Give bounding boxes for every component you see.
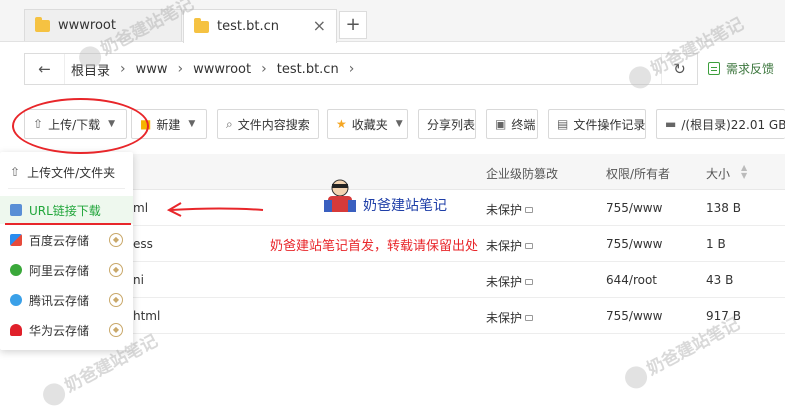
sort-icon[interactable]: ▲ ▼ xyxy=(741,164,747,180)
lock-icon xyxy=(525,206,534,213)
column-size[interactable]: 大小 xyxy=(706,165,730,182)
content-search-label: 文件内容搜索 xyxy=(237,117,310,132)
premium-icon: ◆ xyxy=(109,233,123,247)
annotation-red-text: 奶爸建站笔记首发，转载请保留出处 xyxy=(270,239,479,254)
file-size: 917 B xyxy=(706,309,741,323)
close-icon[interactable]: × xyxy=(313,16,326,35)
breadcrumb-item-current[interactable]: test.bt.cn xyxy=(277,62,339,77)
operation-log-label: 文件操作记录 xyxy=(573,117,646,132)
content-search-button[interactable]: ⌕ 文件内容搜索 xyxy=(217,109,319,139)
disk-label: /(根目录)22.01 GB xyxy=(681,117,785,132)
star-icon: ★ xyxy=(336,117,347,131)
tamper-status[interactable]: 未保护 xyxy=(486,201,534,218)
file-size: 138 B xyxy=(706,201,741,215)
column-permission[interactable]: 权限/所有者 xyxy=(606,165,670,182)
share-list-button[interactable]: 分享列表 xyxy=(418,109,476,139)
chevron-right-icon: › xyxy=(177,61,184,77)
tab-label: wwwroot xyxy=(58,18,116,33)
log-icon: ▤ xyxy=(557,117,569,131)
breadcrumb-item-root[interactable]: 根目录 xyxy=(71,60,110,79)
upload-download-menu: ⇧ 上传文件/文件夹 URL链接下载 百度云存储 ◆ 阿里云存储 ◆ 腾讯云存储… xyxy=(0,152,133,350)
permission[interactable]: 755/www xyxy=(606,201,662,215)
chevron-right-icon: › xyxy=(261,61,267,77)
folder-icon xyxy=(194,17,209,33)
permission[interactable]: 755/www xyxy=(606,237,662,251)
annotation-arrow xyxy=(166,202,264,217)
breadcrumb-item-wwwroot[interactable]: wwwroot xyxy=(193,62,251,77)
tab-bar: wwwroot test.bt.cn × + xyxy=(0,0,785,43)
address-bar: ← 根目录 › www › wwwroot › test.bt.cn › ↻ xyxy=(24,53,698,85)
menu-item-baidu[interactable]: 百度云存储 ◆ xyxy=(0,226,133,254)
annotation-underline xyxy=(5,223,131,225)
tab-label: test.bt.cn xyxy=(217,19,279,34)
chevron-right-icon: › xyxy=(348,61,355,77)
menu-item-label: 上传文件/文件夹 xyxy=(27,165,116,180)
tamper-status[interactable]: 未保护 xyxy=(486,273,534,290)
link-icon xyxy=(10,204,22,216)
file-size: 43 B xyxy=(706,273,734,287)
feedback-link[interactable]: 需求反馈 xyxy=(708,60,774,77)
premium-icon: ◆ xyxy=(109,263,123,277)
menu-item-tencent[interactable]: 腾讯云存储 ◆ xyxy=(0,286,133,314)
lock-icon xyxy=(525,314,534,321)
menu-item-label: 阿里云存储 xyxy=(29,263,90,278)
share-list-label: 分享列表 xyxy=(427,117,476,132)
lock-icon xyxy=(525,242,534,249)
annotation-blue-text: 奶爸建站笔记 xyxy=(363,198,447,214)
menu-item-huawei[interactable]: 华为云存储 ◆ xyxy=(0,316,133,344)
menu-item-label: 百度云存储 xyxy=(29,233,90,248)
menu-item-upload[interactable]: ⇧ 上传文件/文件夹 xyxy=(0,158,133,186)
column-tamper[interactable]: 企业级防篡改 xyxy=(486,165,558,182)
chevron-right-icon: › xyxy=(120,61,126,77)
terminal-icon: ▣ xyxy=(495,117,507,131)
premium-icon: ◆ xyxy=(109,323,123,337)
tencent-cloud-icon xyxy=(10,294,22,306)
breadcrumb: 根目录 › www › wwwroot › test.bt.cn › xyxy=(71,60,364,79)
menu-item-label: 华为云存储 xyxy=(29,323,90,338)
file-name[interactable]: ml xyxy=(133,201,148,215)
terminal-button[interactable]: ▣ 终端 xyxy=(486,109,538,139)
chevron-down-icon: ▼ xyxy=(188,119,196,129)
search-icon: ⌕ xyxy=(226,116,233,131)
disk-icon: ▬ xyxy=(665,117,677,131)
file-name[interactable]: ni xyxy=(133,273,144,287)
permission[interactable]: 755/www xyxy=(606,309,662,323)
menu-item-aliyun[interactable]: 阿里云存储 ◆ xyxy=(0,256,133,284)
baidu-cloud-icon xyxy=(10,234,22,246)
annotation-ellipse xyxy=(12,98,149,154)
tab-test-bt-cn[interactable]: test.bt.cn × xyxy=(183,9,337,43)
aliyun-icon xyxy=(10,264,22,276)
tamper-status[interactable]: 未保护 xyxy=(486,237,534,254)
favorites-label: 收藏夹 xyxy=(351,117,388,132)
feedback-icon xyxy=(708,62,720,75)
file-name[interactable]: html xyxy=(133,309,160,323)
new-label: 新建 xyxy=(156,117,181,132)
refresh-icon[interactable]: ↻ xyxy=(661,54,697,84)
upload-icon: ⇧ xyxy=(10,165,21,179)
menu-item-label: 腾讯云存储 xyxy=(29,293,90,308)
tamper-status[interactable]: 未保护 xyxy=(486,309,534,326)
feedback-label: 需求反馈 xyxy=(726,62,775,76)
breadcrumb-item-www[interactable]: www xyxy=(136,62,168,77)
lock-icon xyxy=(525,278,534,285)
menu-item-url-download[interactable]: URL链接下载 xyxy=(0,196,133,224)
operation-log-button[interactable]: ▤ 文件操作记录 xyxy=(548,109,646,139)
tab-wwwroot[interactable]: wwwroot xyxy=(24,9,182,41)
file-size: 1 B xyxy=(706,237,726,251)
avatar-icon xyxy=(324,179,356,212)
chevron-down-icon: ▼ xyxy=(395,119,403,129)
file-name[interactable]: ess xyxy=(133,237,153,251)
permission[interactable]: 644/root xyxy=(606,273,657,287)
menu-item-label: URL链接下载 xyxy=(29,203,101,218)
add-tab-button[interactable]: + xyxy=(339,11,367,39)
folder-icon xyxy=(35,16,50,32)
terminal-label: 终端 xyxy=(511,117,536,132)
favorites-button[interactable]: ★ 收藏夹 ▼ xyxy=(327,109,408,139)
huawei-cloud-icon xyxy=(10,324,22,336)
menu-divider xyxy=(8,188,125,189)
back-icon[interactable]: ← xyxy=(25,54,65,84)
premium-icon: ◆ xyxy=(109,293,123,307)
disk-button[interactable]: ▬ /(根目录)22.01 GB xyxy=(656,109,785,139)
